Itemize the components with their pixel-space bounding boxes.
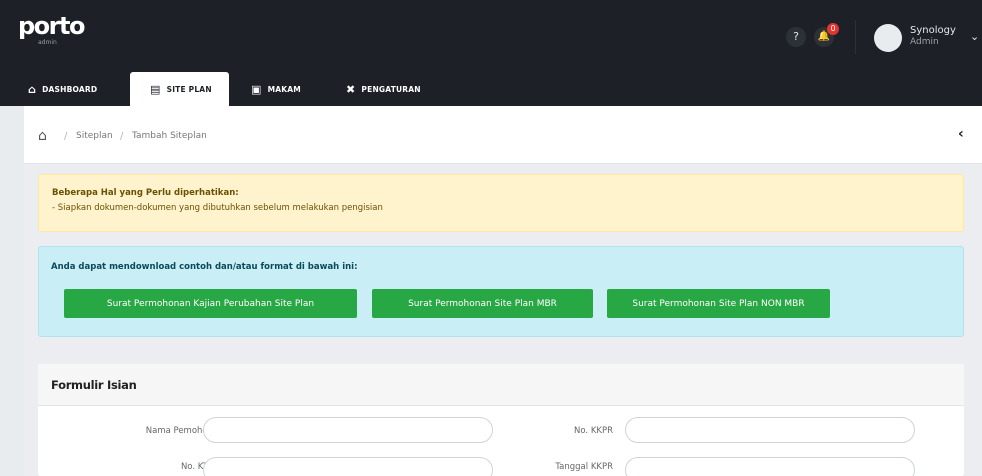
tanggal-kkpr-input[interactable]: [625, 457, 915, 476]
nav-pengaturan[interactable]: ✖ PENGATURAN: [346, 72, 446, 106]
nav-dashboard[interactable]: ⌂ DASHBOARD: [26, 72, 122, 106]
user-role: Admin: [910, 37, 939, 47]
notification-badge: 0: [827, 23, 839, 35]
form-card: Formulir Isian Nama Pemohon No. KKPR No.…: [38, 364, 964, 476]
main-content: ⌂ / Siteplan / Tambah Siteplan ‹ Beberap…: [24, 106, 982, 476]
user-name[interactable]: Synology: [910, 25, 956, 36]
no-ktp-label: No. KTP: [180, 462, 213, 472]
warning-title: Beberapa Hal yang Perlu diperhatikan:: [52, 188, 239, 198]
help-button[interactable]: ?: [786, 27, 806, 47]
breadcrumb-separator: /: [64, 131, 68, 142]
nav-makam[interactable]: ▣ MAKAM: [251, 72, 327, 106]
chevron-down-icon[interactable]: ⌄: [970, 30, 979, 43]
nama-pemohon-label: Nama Pemohon: [145, 426, 213, 436]
breadcrumb-separator: /: [120, 131, 124, 142]
tanggal-kkpr-label: Tanggal KKPR: [555, 462, 613, 472]
logo[interactable]: porto admin: [18, 12, 85, 46]
nav-dashboard-label: DASHBOARD: [42, 84, 98, 94]
download-mbr-button[interactable]: Surat Permohonan Site Plan MBR: [372, 289, 593, 318]
logo-subtext: admin: [38, 39, 57, 46]
breadcrumb-siteplan[interactable]: Siteplan: [76, 131, 113, 141]
chevron-left-icon[interactable]: ‹: [958, 126, 964, 142]
home-icon: ⌂: [28, 82, 37, 96]
nav-site-plan-label: SITE PLAN: [166, 84, 212, 94]
no-kkpr-label: No. KKPR: [574, 426, 613, 436]
breadcrumb-current: Tambah Siteplan: [132, 131, 207, 141]
warning-alert: Beberapa Hal yang Perlu diperhatikan: - …: [38, 174, 964, 232]
download-kajian-button[interactable]: Surat Permohonan Kajian Perubahan Site P…: [64, 289, 357, 318]
nama-pemohon-input[interactable]: [203, 417, 493, 443]
download-alert: Anda dapat mendownload contoh dan/atau f…: [38, 246, 964, 337]
no-ktp-input[interactable]: [203, 457, 493, 476]
avatar[interactable]: [874, 24, 902, 52]
breadcrumb: ⌂ / Siteplan / Tambah Siteplan ‹: [24, 106, 982, 164]
building-icon: ▤: [150, 82, 161, 96]
warning-text: - Siapkan dokumen-dokumen yang dibutuhka…: [52, 203, 383, 213]
top-bar: porto admin ? 🔔 0 Synology Admin ⌄: [0, 0, 982, 68]
form-title: Formulir Isian: [51, 378, 137, 392]
nav-pengaturan-label: PENGATURAN: [361, 84, 421, 94]
nav-site-plan[interactable]: ▤ SITE PLAN: [130, 72, 229, 106]
bed-icon: ▣: [251, 82, 262, 96]
no-kkpr-input[interactable]: [625, 417, 915, 443]
main-nav: ⌂ DASHBOARD ▤ SITE PLAN ▣ MAKAM ✖ PENGAT…: [0, 68, 982, 106]
download-title: Anda dapat mendownload contoh dan/atau f…: [51, 262, 358, 272]
home-icon[interactable]: ⌂: [38, 128, 47, 144]
form-header: Formulir Isian: [38, 364, 964, 406]
download-non-mbr-button[interactable]: Surat Permohonan Site Plan NON MBR: [607, 289, 830, 318]
tools-icon: ✖: [346, 82, 356, 96]
nav-makam-label: MAKAM: [267, 84, 301, 94]
divider: [855, 20, 856, 54]
logo-text: porto: [18, 12, 85, 40]
